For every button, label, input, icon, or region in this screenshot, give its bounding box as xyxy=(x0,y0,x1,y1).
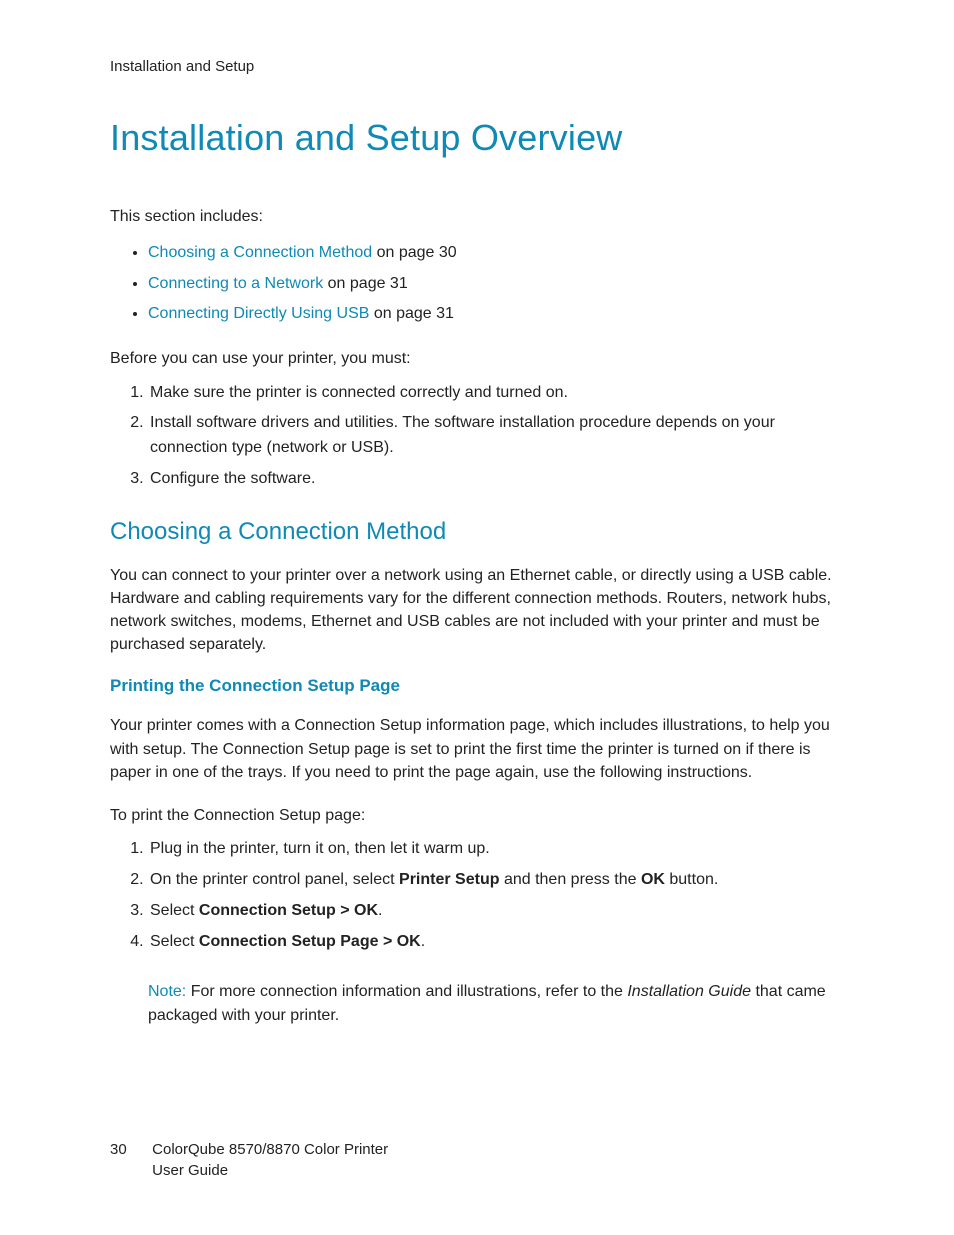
note-text: For more connection information and illu… xyxy=(186,983,627,1000)
subsection-heading: Printing the Connection Setup Page xyxy=(110,676,844,696)
footer-line1: ColorQube 8570/8870 Color Printer xyxy=(152,1141,388,1158)
ui-label: Printer Setup xyxy=(399,871,499,888)
step-text: On the printer control panel, select xyxy=(150,871,399,888)
xref-link[interactable]: Connecting Directly Using USB xyxy=(148,305,369,322)
note-block: Note: For more connection information an… xyxy=(148,980,844,1026)
page-footer: 30 ColorQube 8570/8870 Color Printer Use… xyxy=(110,1139,388,1181)
section-paragraph: You can connect to your printer over a n… xyxy=(110,564,844,657)
list-item: Select Connection Setup > OK. xyxy=(148,899,844,924)
steps-lead: To print the Connection Setup page: xyxy=(110,804,844,827)
list-item: On the printer control panel, select Pri… xyxy=(148,868,844,893)
toc-bullet-list: Choosing a Connection Method on page 30 … xyxy=(110,238,844,329)
ui-label: OK xyxy=(641,871,665,888)
ui-label: Connection Setup > OK xyxy=(199,902,378,919)
step-text: button. xyxy=(665,871,718,888)
xref-link[interactable]: Choosing a Connection Method xyxy=(148,244,372,261)
list-item: Plug in the printer, turn it on, then le… xyxy=(148,837,844,862)
list-item: Make sure the printer is connected corre… xyxy=(148,381,844,406)
step-text: and then press the xyxy=(500,871,641,888)
page-title: Installation and Setup Overview xyxy=(110,117,844,159)
section-heading: Choosing a Connection Method xyxy=(110,518,844,546)
xref-page: on page 30 xyxy=(372,244,457,261)
toc-item: Connecting to a Network on page 31 xyxy=(148,269,844,299)
toc-item: Choosing a Connection Method on page 30 xyxy=(148,238,844,268)
list-item: Install software drivers and utilities. … xyxy=(148,411,844,461)
print-steps-list: Plug in the printer, turn it on, then le… xyxy=(110,837,844,954)
list-item: Select Connection Setup Page > OK. xyxy=(148,930,844,955)
before-steps-list: Make sure the printer is connected corre… xyxy=(110,381,844,492)
step-text: Select xyxy=(150,902,199,919)
toc-item: Connecting Directly Using USB on page 31 xyxy=(148,299,844,329)
xref-page: on page 31 xyxy=(323,275,408,292)
footer-text: ColorQube 8570/8870 Color Printer User G… xyxy=(152,1139,388,1181)
list-item: Configure the software. xyxy=(148,467,844,492)
document-page: Installation and Setup Installation and … xyxy=(0,0,954,1235)
xref-link[interactable]: Connecting to a Network xyxy=(148,275,323,292)
ui-label: Connection Setup Page > OK xyxy=(199,933,421,950)
before-lead: Before you can use your printer, you mus… xyxy=(110,347,844,370)
subsection-paragraph: Your printer comes with a Connection Set… xyxy=(110,714,844,784)
doc-title: Installation Guide xyxy=(627,983,751,1000)
section-intro: This section includes: xyxy=(110,205,844,228)
note-label: Note: xyxy=(148,983,186,1000)
step-text: . xyxy=(421,933,425,950)
running-header: Installation and Setup xyxy=(110,58,844,75)
footer-line2: User Guide xyxy=(152,1162,228,1179)
page-number: 30 xyxy=(110,1139,148,1160)
step-text: . xyxy=(378,902,382,919)
xref-page: on page 31 xyxy=(369,305,454,322)
step-text: Select xyxy=(150,933,199,950)
